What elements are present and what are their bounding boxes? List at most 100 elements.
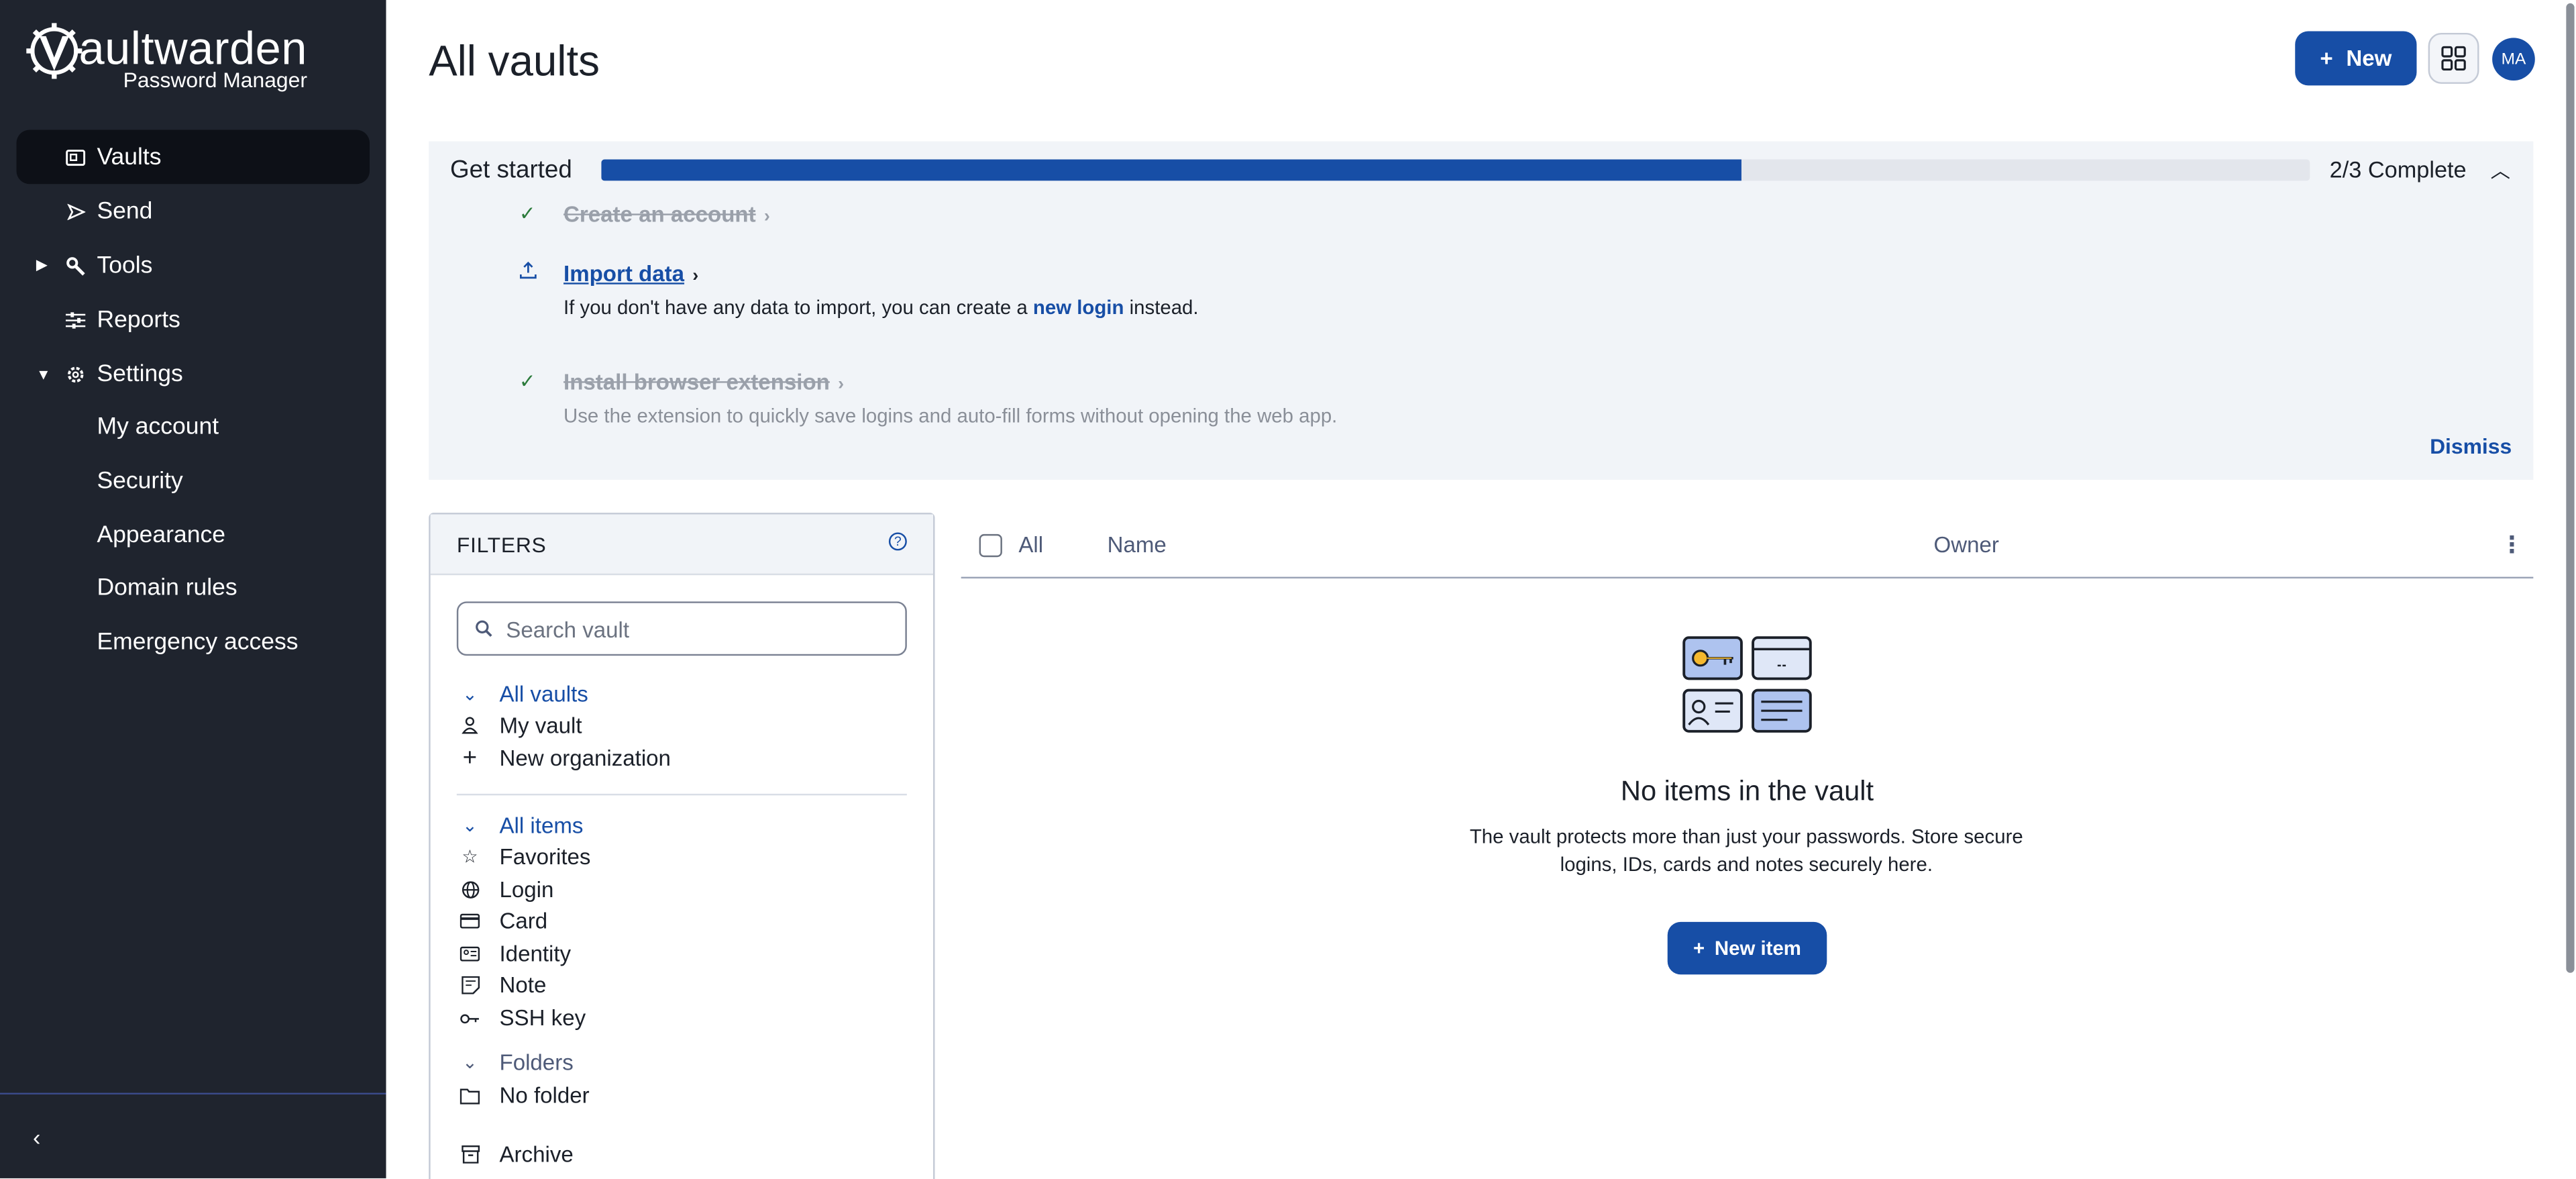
chevron-down-icon: ⌄ xyxy=(462,1053,478,1074)
user-icon xyxy=(460,716,480,735)
search-icon xyxy=(476,620,492,637)
new-item-button-label: New item xyxy=(1714,936,1801,960)
gear-icon xyxy=(66,364,85,383)
more-options-icon[interactable]: ⋮ xyxy=(2500,531,2523,559)
sidebar-item-send[interactable]: Send xyxy=(16,184,370,238)
sidebar-item-vaults[interactable]: Vaults xyxy=(16,130,370,185)
vault-icon xyxy=(66,147,86,166)
get-started-panel: Get started 2/3 Complete ︿ ✓ Create an a… xyxy=(429,141,2534,480)
vault-items-illustration-icon xyxy=(1682,636,1812,733)
dismiss-button[interactable]: Dismiss xyxy=(2430,434,2512,459)
filter-my-vault[interactable]: My vault xyxy=(460,710,582,741)
filters-panel: FILTERS ? ⌄All vaults My vault +New orga… xyxy=(429,513,935,1179)
id-card-icon xyxy=(460,944,480,964)
filter-new-organization[interactable]: + New organization xyxy=(460,743,671,774)
chevron-up-icon[interactable]: ︿ xyxy=(2491,156,2510,185)
get-started-title: Get started xyxy=(450,156,572,185)
plus-icon: + xyxy=(462,744,478,773)
step-link[interactable]: Install browser extension › xyxy=(564,370,844,395)
chevron-down-icon: ⌄ xyxy=(462,685,478,705)
progress-label: 2/3 Complete xyxy=(2329,156,2467,183)
sidebar-item-emergency-access[interactable]: Emergency access xyxy=(16,616,370,670)
step-link[interactable]: Create an account › xyxy=(564,202,770,227)
scrollbar[interactable] xyxy=(2564,0,2576,1178)
progress-fill xyxy=(601,159,1741,181)
gear-v-logo-icon xyxy=(26,23,83,79)
step-description: Use the extension to quickly save logins… xyxy=(564,404,1338,427)
sidebar-item-my-account[interactable]: My account xyxy=(16,401,370,455)
avatar[interactable]: MA xyxy=(2492,38,2535,81)
new-item-button[interactable]: + New item xyxy=(1667,921,1827,975)
plus-icon: + xyxy=(1693,936,1705,960)
vault-list-header: All Name Owner ⋮ xyxy=(961,523,2534,579)
column-owner[interactable]: Owner xyxy=(1933,532,1998,557)
sidebar-item-label: Settings xyxy=(97,360,183,387)
chevron-right-icon: › xyxy=(692,266,699,287)
sidebar-item-domain-rules[interactable]: Domain rules xyxy=(16,562,370,616)
collapse-sidebar-icon[interactable]: ‹ xyxy=(33,1124,40,1150)
wrench-icon xyxy=(66,256,85,275)
page-title: All vaults xyxy=(429,36,600,86)
column-all[interactable]: All xyxy=(1018,532,1043,557)
filter-folders[interactable]: ⌄ Folders xyxy=(460,1047,574,1078)
check-icon: ✓ xyxy=(519,370,536,393)
help-icon[interactable]: ? xyxy=(888,532,907,551)
upload-icon xyxy=(519,261,539,284)
sidebar-item-security[interactable]: Security xyxy=(16,455,370,509)
filter-identity[interactable]: Identity xyxy=(460,938,571,970)
chevron-right-icon: › xyxy=(763,207,770,227)
sidebar-footer: ‹ xyxy=(0,1092,386,1178)
search-field[interactable] xyxy=(456,601,907,656)
filter-favorites[interactable]: ☆ Favorites xyxy=(460,841,590,873)
sidebar-item-settings[interactable]: ▼ Settings xyxy=(16,347,370,401)
filter-archive[interactable]: Archive xyxy=(460,1139,574,1170)
filter-ssh-key[interactable]: SSH key xyxy=(460,1003,586,1034)
main-content: All vaults + New MA Get started 2/3 Comp… xyxy=(386,0,2576,1179)
scrollbar-thumb[interactable] xyxy=(2566,3,2575,973)
sidebar-item-tools[interactable]: ▶ Tools xyxy=(16,238,370,293)
key-icon xyxy=(460,1008,480,1027)
filter-no-folder[interactable]: No folder xyxy=(460,1080,590,1111)
sliders-icon xyxy=(65,310,86,329)
product-switcher-button[interactable] xyxy=(2428,32,2479,84)
credit-card-icon xyxy=(460,911,480,931)
caret-down-icon: ▼ xyxy=(36,365,51,382)
new-button[interactable]: + New xyxy=(2295,31,2417,86)
divider xyxy=(456,793,907,796)
sidebar-nav: Vaults Send ▶ Tools Reports ▼ Settings M… xyxy=(16,130,370,669)
archive-icon xyxy=(460,1145,480,1164)
globe-icon xyxy=(460,880,480,899)
empty-state-description: The vault protects more than just your p… xyxy=(1469,825,2023,876)
filter-login[interactable]: Login xyxy=(460,874,553,906)
sidebar: aultwarden Password Manager Vaults Send … xyxy=(0,0,386,1178)
filter-card[interactable]: Card xyxy=(460,905,547,937)
filter-note[interactable]: Note xyxy=(460,970,546,1001)
select-all-checkbox[interactable] xyxy=(979,533,1002,558)
plus-icon: + xyxy=(2320,46,2333,71)
sidebar-item-appearance[interactable]: Appearance xyxy=(16,509,370,562)
step-description: If you don't have any data to import, yo… xyxy=(564,295,1199,319)
vaultwarden-logo[interactable]: aultwarden Password Manager xyxy=(26,23,307,95)
sidebar-item-label: Send xyxy=(97,198,153,225)
sidebar-item-reports[interactable]: Reports xyxy=(16,293,370,347)
new-login-link[interactable]: new login xyxy=(1033,296,1124,319)
filter-all-items[interactable]: ⌄ All items xyxy=(460,810,583,841)
empty-state-title: No items in the vault xyxy=(1620,775,1874,807)
new-button-label: New xyxy=(2346,46,2392,71)
note-icon xyxy=(460,975,480,994)
star-icon: ☆ xyxy=(462,848,478,868)
search-input[interactable] xyxy=(506,613,884,646)
logo-subtitle: Password Manager xyxy=(123,67,307,93)
sidebar-item-label: Reports xyxy=(97,306,180,333)
caret-right-icon: ▶ xyxy=(36,256,48,273)
column-name[interactable]: Name xyxy=(1108,532,1167,557)
progress-bar xyxy=(601,159,2310,181)
filters-title: FILTERS xyxy=(456,532,547,558)
grid-icon xyxy=(2441,46,2466,71)
check-icon: ✓ xyxy=(519,202,536,225)
step-link[interactable]: Import data › xyxy=(564,261,698,286)
filters-header: FILTERS ? xyxy=(430,514,934,576)
filter-all-vaults[interactable]: ⌄ All vaults xyxy=(460,678,588,710)
chevron-right-icon: › xyxy=(838,374,845,395)
folder-icon xyxy=(460,1086,480,1105)
